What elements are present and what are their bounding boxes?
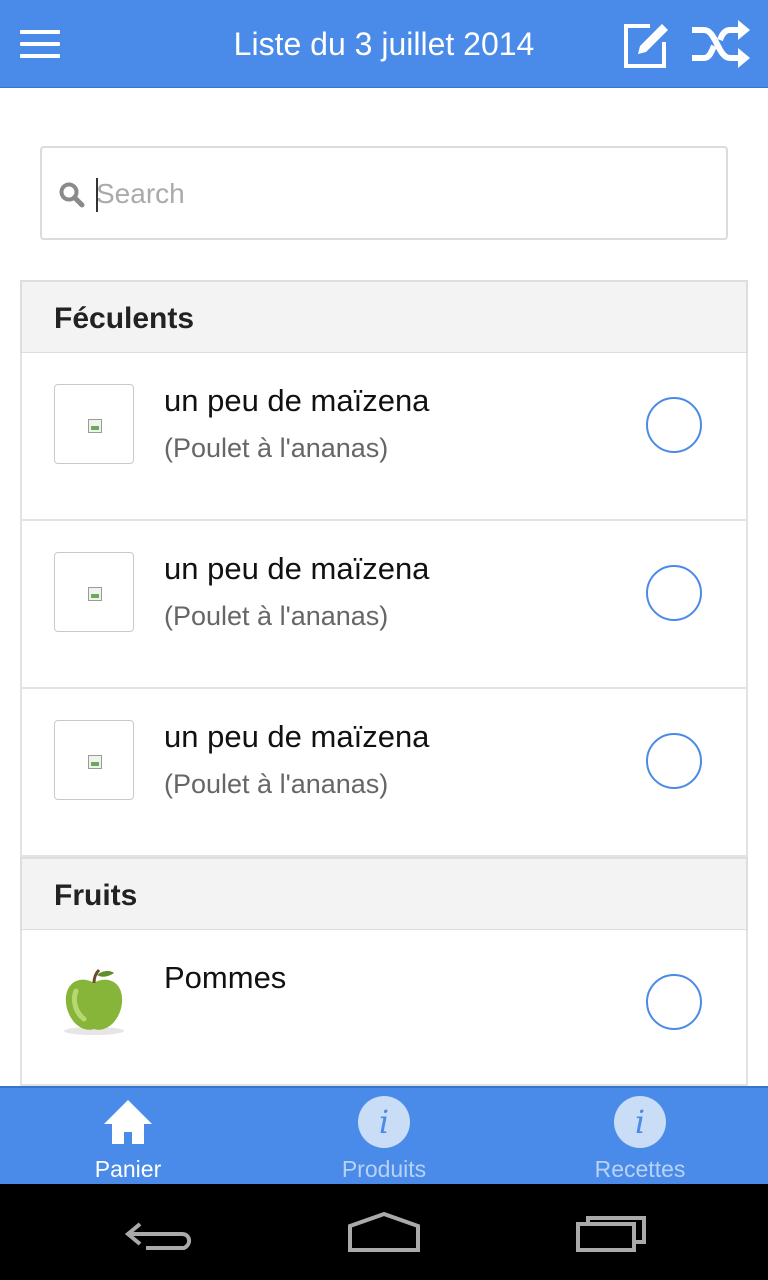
info-icon: i	[358, 1096, 410, 1148]
apple-image	[54, 961, 134, 1041]
shopping-list: Féculents un peu de maïzena (Poulet à l'…	[20, 280, 748, 1086]
section-header-fruits: Fruits	[20, 857, 748, 930]
item-name: Pommes	[164, 960, 287, 995]
system-nav-bar	[0, 1184, 768, 1280]
broken-image-icon	[88, 587, 102, 601]
shuffle-icon[interactable]	[688, 18, 752, 70]
hamburger-menu-icon[interactable]	[20, 28, 60, 60]
item-name: un peu de maïzena	[164, 383, 430, 418]
item-recipe: (Poulet à l'ananas)	[164, 769, 389, 799]
bottom-tab-bar: Panier i Produits i Recettes	[0, 1086, 768, 1184]
check-circle[interactable]	[646, 733, 702, 789]
broken-image-icon	[88, 419, 102, 433]
section-title: Féculents	[54, 302, 195, 335]
list-item[interactable]: un peu de maïzena (Poulet à l'ananas)	[20, 689, 748, 857]
back-icon[interactable]	[110, 1202, 210, 1262]
section-header-feculents: Féculents	[20, 280, 748, 353]
page-title: Liste du 3 juillet 2014	[233, 26, 535, 62]
check-circle[interactable]	[646, 974, 702, 1030]
list-item[interactable]: un peu de maïzena (Poulet à l'ananas)	[20, 521, 748, 689]
search-icon	[59, 182, 85, 208]
home-icon	[102, 1096, 154, 1148]
item-recipe: (Poulet à l'ananas)	[164, 601, 389, 631]
tab-label: Recettes	[594, 1156, 686, 1182]
tab-panier[interactable]: Panier	[0, 1088, 256, 1186]
info-icon: i	[614, 1096, 666, 1148]
home-nav-icon[interactable]	[334, 1202, 434, 1262]
search-field[interactable]	[40, 146, 728, 240]
edit-icon[interactable]	[620, 18, 674, 70]
search-input[interactable]	[96, 170, 696, 218]
tab-recettes[interactable]: i Recettes	[512, 1088, 768, 1186]
item-name: un peu de maïzena	[164, 719, 430, 754]
text-cursor	[96, 178, 98, 212]
list-item[interactable]: un peu de maïzena (Poulet à l'ananas)	[20, 353, 748, 521]
broken-image-icon	[88, 755, 102, 769]
check-circle[interactable]	[646, 397, 702, 453]
product-image	[54, 552, 134, 632]
list-item[interactable]: Pommes	[20, 930, 748, 1086]
check-circle[interactable]	[646, 565, 702, 621]
section-title: Fruits	[54, 879, 138, 912]
item-recipe: (Poulet à l'ananas)	[164, 433, 389, 463]
tab-produits[interactable]: i Produits	[256, 1088, 512, 1186]
recents-icon[interactable]	[562, 1202, 662, 1262]
tab-label: Produits	[341, 1156, 427, 1182]
product-image	[54, 720, 134, 800]
tab-label: Panier	[94, 1156, 162, 1182]
product-image	[54, 384, 134, 464]
top-app-bar: Liste du 3 juillet 2014	[0, 0, 768, 88]
item-name: un peu de maïzena	[164, 551, 430, 586]
